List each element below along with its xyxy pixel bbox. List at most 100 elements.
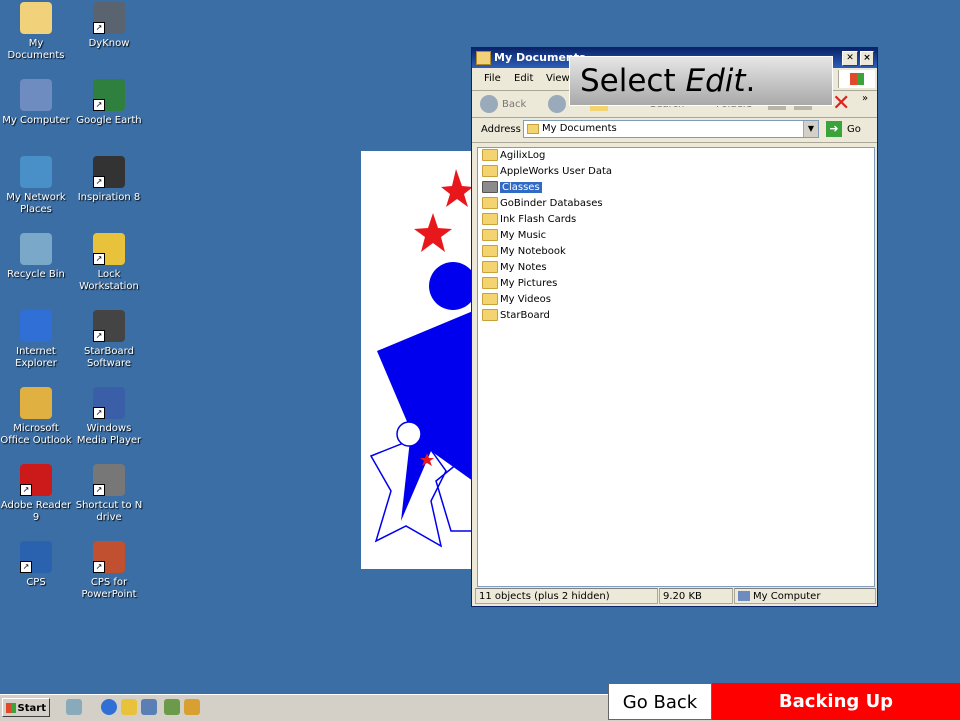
menu-edit[interactable]: Edit	[514, 73, 533, 84]
desktop-icon[interactable]: ↗ CPS	[0, 541, 73, 589]
desktop-icon-label: Inspiration 8	[77, 192, 141, 203]
desktop-icon[interactable]: ↗ DyKnow	[72, 2, 146, 50]
folder-icon	[482, 309, 498, 321]
folder-icon	[482, 213, 498, 225]
file-list-item[interactable]: StarBoard	[478, 308, 874, 324]
chevron-right-icon[interactable]: »	[862, 93, 868, 104]
adobe-reader-icon: ↗	[20, 464, 52, 496]
menu-view[interactable]: View	[546, 73, 570, 84]
file-list-item[interactable]: Ink Flash Cards	[478, 212, 874, 228]
windows-flag-icon	[6, 703, 16, 713]
menu-file[interactable]: File	[484, 73, 501, 84]
close-button[interactable]: ×	[860, 51, 874, 66]
cps-icon: ↗	[20, 541, 52, 573]
desktop-icon-label: My Network Places	[6, 192, 66, 215]
my-documents-icon	[20, 2, 52, 34]
file-list-item[interactable]: Classes	[478, 180, 874, 196]
folder-icon	[476, 51, 491, 65]
start-button[interactable]: Start	[2, 698, 50, 717]
desktop-icon-label: CPS	[26, 577, 46, 588]
clock-icon[interactable]	[184, 699, 200, 715]
starboard-icon: ↗	[93, 310, 125, 342]
address-label: Address	[481, 124, 521, 135]
shortcut-arrow-icon: ↗	[93, 561, 105, 573]
desktop-icon[interactable]: Microsoft Office Outlook	[0, 387, 73, 447]
network-drive-icon: ↗	[93, 464, 125, 496]
go-button[interactable]: Go	[847, 124, 861, 135]
close-icon[interactable]: ✕	[842, 51, 858, 66]
shortcut-arrow-icon: ↗	[20, 484, 32, 496]
address-input[interactable]: My Documents ▼	[523, 120, 819, 138]
wallpaper-image	[361, 151, 473, 569]
computer-icon	[738, 591, 750, 601]
file-list-item[interactable]: My Videos	[478, 292, 874, 308]
status-objects: 11 objects (plus 2 hidden)	[475, 588, 658, 604]
back-arrow-icon[interactable]	[480, 95, 498, 113]
desktop-icon-label: My Documents	[7, 38, 65, 61]
show-desktop-icon[interactable]	[66, 699, 82, 715]
desktop-icon[interactable]: My Documents	[0, 2, 73, 62]
desktop-icon-label: DyKnow	[88, 38, 130, 49]
back-button[interactable]: Back	[502, 99, 526, 110]
file-list-item[interactable]: AgilixLog	[478, 148, 874, 164]
internet-explorer-icon[interactable]	[101, 699, 117, 715]
desktop-icon[interactable]: Recycle Bin	[0, 233, 73, 281]
inspiration-icon: ↗	[93, 156, 125, 188]
desktop-icon[interactable]: ↗ Lock Workstation	[72, 233, 146, 293]
desktop-icon[interactable]: ↗ Google Earth	[72, 79, 146, 127]
callout-prefix: Select	[580, 63, 686, 99]
desktop-icon[interactable]: ↗ StarBoard Software	[72, 310, 146, 370]
lock-icon[interactable]	[121, 699, 137, 715]
file-list-item[interactable]: My Pictures	[478, 276, 874, 292]
status-size: 9.20 KB	[659, 588, 733, 604]
internet-explorer-icon	[20, 310, 52, 342]
desktop-icon-label: Recycle Bin	[7, 269, 65, 280]
instruction-callout: Select Edit.	[569, 56, 833, 106]
file-name: My Notes	[500, 262, 547, 273]
desktop-icon-label: Lock Workstation	[79, 269, 139, 292]
desktop-icon-label: StarBoard Software	[84, 346, 134, 369]
go-back-button[interactable]: Go Back	[608, 683, 712, 720]
file-list: AgilixLog AppleWorks User Data Classes GoBi…	[477, 147, 875, 587]
desktop-icon[interactable]: ↗ Shortcut to N drive	[72, 464, 146, 524]
callout-emphasis: Edit	[685, 63, 746, 99]
file-list-item[interactable]: My Music	[478, 228, 874, 244]
file-list-item[interactable]: My Notebook	[478, 244, 874, 260]
desktop-icon[interactable]: Internet Explorer	[0, 310, 73, 370]
file-name: StarBoard	[500, 310, 550, 321]
file-name: Ink Flash Cards	[500, 214, 577, 225]
outlook-icon[interactable]	[141, 699, 157, 715]
delete-icon[interactable]: ✕	[832, 91, 850, 117]
chevron-down-icon[interactable]: ▼	[803, 121, 818, 137]
go-arrow-icon[interactable]: ➜	[826, 121, 842, 137]
desktop-icon[interactable]: ↗ Adobe Reader 9	[0, 464, 73, 524]
file-list-item[interactable]: AppleWorks User Data	[478, 164, 874, 180]
shortcut-arrow-icon: ↗	[93, 176, 105, 188]
status-bar: 11 objects (plus 2 hidden) 9.20 KB My Co…	[475, 588, 876, 606]
shortcut-arrow-icon: ↗	[93, 407, 105, 419]
address-value: My Documents	[542, 123, 617, 134]
desktop-icon[interactable]: ↗ Windows Media Player	[72, 387, 146, 447]
backing-up-button[interactable]: Backing Up	[712, 683, 960, 720]
folder-icon	[527, 124, 539, 134]
forward-arrow-icon[interactable]	[548, 95, 566, 113]
file-list-item[interactable]: My Notes	[478, 260, 874, 276]
file-name: GoBinder Databases	[500, 198, 603, 209]
address-bar: Address My Documents ▼ ➜ Go	[472, 118, 877, 143]
tools-icon[interactable]	[164, 699, 180, 715]
recycle-bin-icon	[20, 233, 52, 265]
file-list-item[interactable]: GoBinder Databases	[478, 196, 874, 212]
network-places-icon	[20, 156, 52, 188]
desktop-icon[interactable]: My Computer	[0, 79, 73, 127]
folder-icon	[482, 277, 498, 289]
shortcut-arrow-icon: ↗	[93, 22, 105, 34]
desktop-icon[interactable]: My Network Places	[0, 156, 73, 216]
outlook-icon	[20, 387, 52, 419]
explorer-window[interactable]: My Documents ✕ × File Edit View Back Sea…	[471, 47, 878, 607]
shortcut-arrow-icon: ↗	[93, 484, 105, 496]
desktop-icon-label: Adobe Reader 9	[0, 500, 72, 523]
desktop-icon[interactable]: ↗ CPS for PowerPoint	[72, 541, 146, 601]
desktop-icon-label: Windows Media Player	[76, 423, 142, 446]
desktop-icon[interactable]: ↗ Inspiration 8	[72, 156, 146, 204]
folder-icon	[482, 181, 498, 193]
